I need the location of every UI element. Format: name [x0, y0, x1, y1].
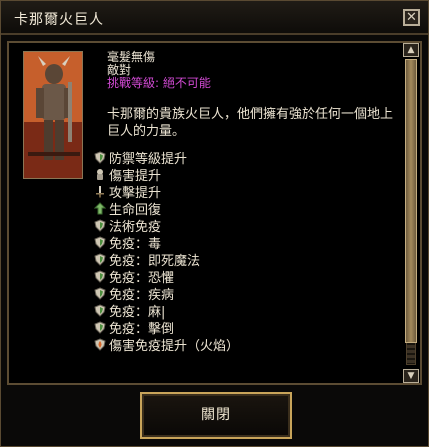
- title-bar: 卡那爾火巨人 ✕: [1, 1, 428, 35]
- list-item: 傷害提升: [93, 166, 411, 184]
- shield-icon: [93, 321, 107, 335]
- close-icon[interactable]: ✕: [403, 9, 420, 26]
- flame-shield-icon: [93, 338, 107, 352]
- heal-icon: [93, 202, 107, 216]
- challenge-level-text: 挑戰等級: 絕不可能: [107, 76, 211, 90]
- list-item: 傷害免疫提升（火焰）: [93, 336, 411, 354]
- list-item: 免疫：疾病: [93, 285, 411, 303]
- shield-icon: [93, 219, 107, 233]
- ability-label: 傷害免疫提升（火焰）: [109, 339, 240, 354]
- list-item: 攻擊提升: [93, 183, 411, 201]
- list-item: 免疫：恐懼: [93, 268, 411, 286]
- scroll-up-arrow-icon[interactable]: ▲: [403, 43, 419, 57]
- creature-description: 卡那爾的貴族火巨人，他們擁有強於任何一個地上巨人的力量。: [107, 107, 394, 139]
- content-panel: 毫髮無傷 敵對 挑戰等級: 絕不可能 卡那爾的貴族火巨人，他們擁有強於任何一個地…: [7, 41, 422, 385]
- scrollbar[interactable]: ▲ ▼: [403, 41, 419, 385]
- fist-icon: [93, 168, 107, 182]
- shield-icon: [93, 270, 107, 284]
- list-item: 免疫：麻|: [93, 302, 411, 320]
- fire-giant-portrait: [24, 52, 82, 178]
- scroll-down-arrow-icon[interactable]: ▼: [403, 369, 419, 383]
- list-item: 生命回復: [93, 200, 411, 218]
- shield-icon: [93, 253, 107, 267]
- sword-icon: [93, 185, 107, 199]
- creature-info-dialog: 卡那爾火巨人 ✕ 毫髮無傷 敵對 挑戰等級: 絕不可能 卡那爾的貴族火巨人，他們…: [0, 0, 429, 447]
- shield-icon: [93, 304, 107, 318]
- shield-icon: [93, 151, 107, 165]
- list-item: 免疫：即死魔法: [93, 251, 411, 269]
- list-item: 法術免疫: [93, 217, 411, 235]
- creature-header: 毫髮無傷 敵對 挑戰等級: 絕不可能: [107, 51, 211, 90]
- creature-portrait: [23, 51, 83, 179]
- window-title: 卡那爾火巨人: [14, 12, 104, 28]
- scroll-thumb[interactable]: [405, 59, 417, 343]
- shield-icon: [93, 287, 107, 301]
- list-item: 免疫：毒: [93, 234, 411, 252]
- list-item: 免疫：擊倒: [93, 319, 411, 337]
- list-item: 防禦等級提升: [93, 149, 411, 167]
- shield-icon: [93, 236, 107, 250]
- ability-list: 防禦等級提升 傷害提升 攻擊提升 生命回復 法術免疫 免疫：毒 免疫：即死魔法 …: [93, 149, 411, 354]
- close-button[interactable]: 關閉: [140, 392, 292, 439]
